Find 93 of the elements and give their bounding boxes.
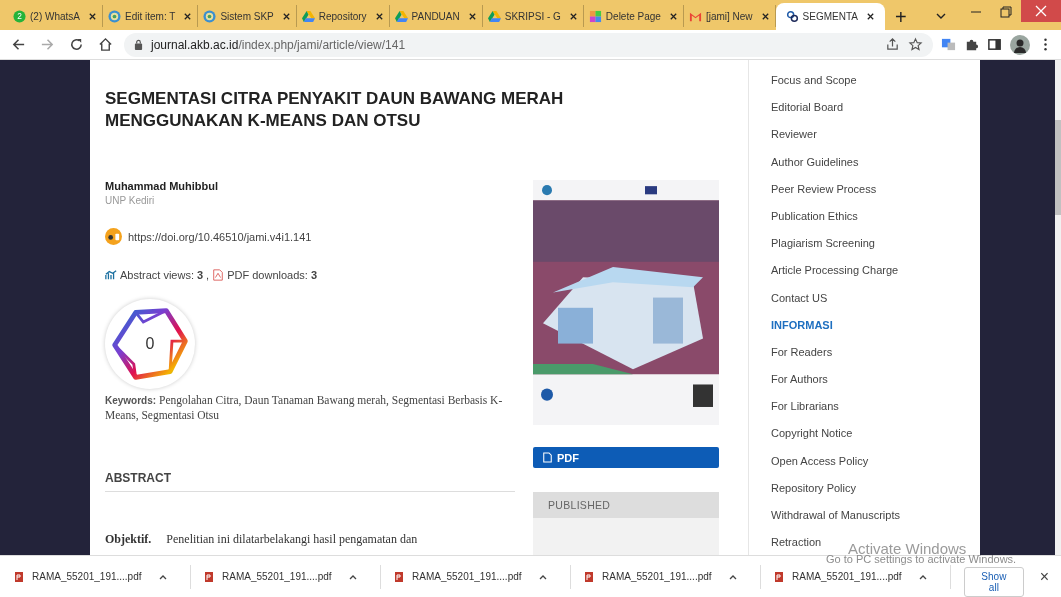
sidebar-link[interactable]: Plagiarism Screening xyxy=(771,236,875,251)
sidebar-link[interactable]: Contact US xyxy=(771,290,828,305)
browser-tab[interactable]: SKRIPSI - G xyxy=(482,5,584,27)
mention-count: 0 xyxy=(145,335,155,353)
reload-icon[interactable] xyxy=(69,37,84,52)
chat-icon: 2 xyxy=(13,9,26,23)
sidebar-link[interactable]: For Librarians xyxy=(771,399,839,414)
download-item[interactable]: RAMA_55201_191....pdf xyxy=(394,564,572,589)
keywords-text: Keywords: Pengolahan Citra, Daun Tanaman Bawang merah, Segmentasi Berbasis K-Means, Segmentasi Otsu xyxy=(105,393,504,423)
triangle-icon xyxy=(394,9,408,23)
scrollbar-thumb[interactable] xyxy=(1055,120,1061,215)
download-item[interactable]: RAMA_55201_191....pdf xyxy=(774,564,952,589)
browser-tab[interactable]: 2 (2) WhatsA xyxy=(8,5,103,27)
close-icon[interactable] xyxy=(467,11,477,21)
close-icon[interactable] xyxy=(866,12,875,21)
sidebar-link[interactable]: Editorial Board xyxy=(771,100,844,115)
triangle-icon xyxy=(301,9,315,23)
sidebar-heading: INFORMASI xyxy=(771,317,833,332)
home-icon[interactable] xyxy=(98,37,113,52)
sidebar-link[interactable]: Author Guidelines xyxy=(771,154,859,169)
triangle-icon xyxy=(487,9,501,23)
doi-link[interactable]: https://doi.org/10.46510/jami.v4i1.141 xyxy=(128,230,312,243)
puzzle-icon[interactable] xyxy=(964,37,979,52)
abstract-heading: ABSTRACT xyxy=(105,471,515,492)
pdf-downloads-count: 3 xyxy=(310,269,317,281)
sidebar-link[interactable]: Focus and Scope xyxy=(771,73,857,87)
browser-tab[interactable]: Sistem SKP xyxy=(198,5,297,27)
abstract-text: Objektif. Penelitian ini dilatarbelakangi hasil pengamatan dan xyxy=(105,532,419,547)
close-window-icon[interactable] xyxy=(1021,0,1061,22)
sidebar-link[interactable]: Retraction xyxy=(771,535,822,550)
author-affiliation: UNP Kediri xyxy=(105,195,156,206)
pdf-button[interactable]: PDF xyxy=(533,447,719,468)
close-icon[interactable] xyxy=(568,11,578,21)
download-item[interactable]: RAMA_55201_191....pdf xyxy=(584,564,762,589)
close-icon[interactable] xyxy=(374,11,384,21)
sidebar-link[interactable]: For Authors xyxy=(771,372,828,387)
close-icon[interactable] xyxy=(183,11,193,21)
star-icon[interactable] xyxy=(908,37,923,52)
sidebar-link[interactable]: Copyright Notice xyxy=(771,426,853,441)
bar-chart-icon xyxy=(105,269,117,281)
sidebar-link[interactable]: Publication Ethics xyxy=(771,208,858,223)
browser-tab[interactable]: Delete Page xyxy=(583,5,684,27)
browser-tab[interactable]: SEGMENTA xyxy=(775,3,885,30)
pdf-file-icon xyxy=(584,570,595,583)
file-icon xyxy=(543,452,552,464)
sidebar-link[interactable]: For Readers xyxy=(771,344,833,359)
published-header: PUBLISHED xyxy=(533,491,719,518)
abstract-views-count: 3 xyxy=(196,269,204,281)
avatar-icon[interactable] xyxy=(1010,34,1030,55)
url-text: journal.akb.ac.id/index.php/jami/article/view/141 xyxy=(151,37,406,52)
article-title: SEGMENTASI CITRA PENYAKIT DAUN BAWANG MERAH MENGGUNAKAN K-MEANS DAN OTSU xyxy=(105,88,565,132)
activation-notice: Activate Windows xyxy=(848,540,967,555)
download-item[interactable]: RAMA_55201_191....pdf xyxy=(14,564,191,589)
close-icon[interactable] xyxy=(760,11,770,21)
author-name: Muhammad Muhibbul xyxy=(105,180,220,192)
translate-icon[interactable] xyxy=(941,37,956,52)
sidebar-link[interactable]: Repository Policy xyxy=(771,480,856,495)
sidebar-link[interactable]: Reviewer xyxy=(771,127,817,142)
emblem-icon xyxy=(108,9,121,23)
pdf-file-icon xyxy=(394,570,405,583)
sidebar-link[interactable]: Withdrawal of Manuscripts xyxy=(771,508,900,522)
sidebar-link[interactable]: Article Processing Charge xyxy=(771,263,899,278)
pdf-file-icon xyxy=(212,269,225,281)
browser-tab[interactable]: Edit item: T xyxy=(103,5,199,27)
logo-icon xyxy=(785,10,799,23)
blocks-icon xyxy=(588,9,602,23)
new-tab-button[interactable]: + xyxy=(885,4,917,30)
pdf-file-icon xyxy=(774,570,785,583)
doi-icon xyxy=(105,228,122,245)
close-icon[interactable] xyxy=(88,11,97,21)
lock-icon xyxy=(134,39,143,50)
back-icon[interactable] xyxy=(11,37,26,52)
browser-tab[interactable]: PANDUAN xyxy=(389,5,483,27)
show-all-button[interactable]: Show all xyxy=(964,566,1024,597)
browser-tab[interactable]: Repository xyxy=(296,5,390,27)
pdf-downloads-label: PDF downloads: xyxy=(227,269,308,281)
metrics-badge[interactable]: 0 xyxy=(105,299,195,389)
sidebar-link[interactable]: Peer Review Process xyxy=(771,181,877,196)
close-icon[interactable] xyxy=(281,11,291,21)
side-panel-icon[interactable] xyxy=(987,37,1002,52)
sidebar-link[interactable]: Open Access Policy xyxy=(771,453,869,468)
close-button[interactable]: × xyxy=(1033,566,1055,587)
abstract-views-label: Abstract views: xyxy=(120,269,194,281)
browser-tab[interactable]: [jami] New xyxy=(683,5,776,27)
separator-text: , xyxy=(206,269,210,281)
emblem-icon xyxy=(203,9,217,23)
address-bar[interactable]: journal.akb.ac.id/index.php/jami/article/view/141 xyxy=(124,32,933,57)
pdf-file-icon xyxy=(14,570,24,583)
close-icon[interactable] xyxy=(668,11,678,21)
share-icon[interactable] xyxy=(885,37,900,52)
download-item[interactable]: RAMA_55201_191....pdf xyxy=(204,564,382,589)
activation-hint: Go to PC settings to activate Windows. xyxy=(826,553,1017,565)
pdf-file-icon xyxy=(204,570,214,583)
